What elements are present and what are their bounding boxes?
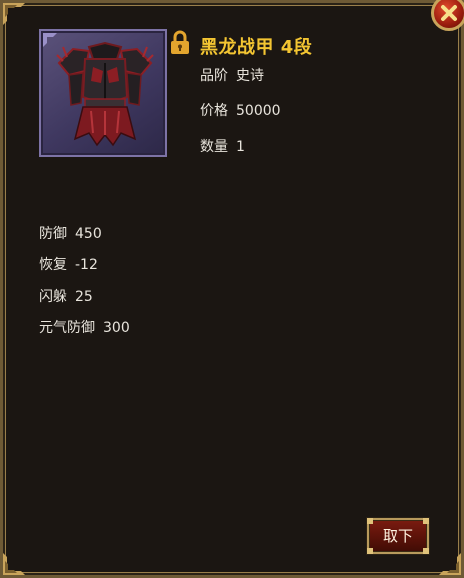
lock-icon <box>171 30 189 54</box>
unequip-button-label: 取下 <box>382 527 413 545</box>
item-name: 黑龙战甲 4段 <box>200 37 313 58</box>
frame-corner-ornament <box>439 553 461 575</box>
stat-row-energy-defense: 元气防御 300 <box>39 317 130 337</box>
item-price-row: 价格 50000 <box>200 100 281 120</box>
stat-value: 300 <box>103 320 130 336</box>
stat-row-defense: 防御 450 <box>39 223 102 243</box>
stat-label: 防御 <box>39 226 67 242</box>
black-dragon-armor-icon <box>56 41 154 147</box>
quantity-value: 1 <box>236 139 245 155</box>
button-corner-ornament <box>423 548 429 554</box>
item-rarity-row: 品阶 史诗 <box>200 65 264 85</box>
price-value: 50000 <box>236 103 281 119</box>
stat-value: 25 <box>75 289 93 305</box>
quantity-label: 数量 <box>200 139 228 155</box>
rarity-label: 品阶 <box>200 68 228 84</box>
stat-row-recovery: 恢复 -12 <box>39 254 98 274</box>
stat-label: 恢复 <box>39 257 67 273</box>
unequip-button[interactable]: 取下 <box>367 518 429 554</box>
button-corner-ornament <box>367 518 373 524</box>
close-button[interactable] <box>431 0 464 31</box>
close-icon <box>441 5 457 21</box>
stat-label: 闪躲 <box>39 289 67 305</box>
item-icon-slot <box>39 29 167 157</box>
stat-value: -12 <box>75 257 98 273</box>
stat-label: 元气防御 <box>39 320 95 336</box>
item-quantity-row: 数量 1 <box>200 136 245 156</box>
frame-corner-ornament <box>3 3 25 25</box>
frame-corner-ornament <box>3 553 25 575</box>
rarity-value: 史诗 <box>236 68 264 84</box>
price-label: 价格 <box>200 103 228 119</box>
button-corner-ornament <box>367 548 373 554</box>
button-corner-ornament <box>423 518 429 524</box>
stat-row-dodge: 闪躲 25 <box>39 286 93 306</box>
item-tooltip-panel: 黑龙战甲 4段 品阶 史诗 价格 50000 数量 1 防御 450 恢复 -12 闪躲 2… <box>0 0 464 578</box>
stat-value: 450 <box>75 226 102 242</box>
